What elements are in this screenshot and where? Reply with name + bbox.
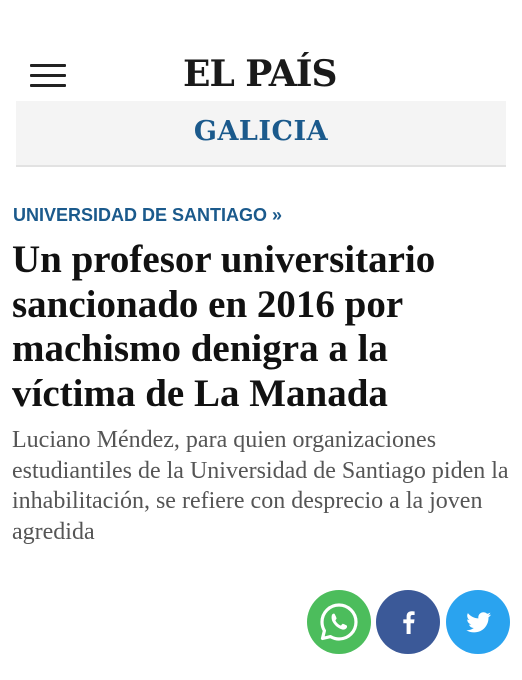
article-kicker[interactable]: UNIVERSIDAD DE SANTIAGO »: [13, 203, 282, 227]
share-facebook-button[interactable]: [376, 590, 440, 654]
share-whatsapp-button[interactable]: [307, 590, 371, 654]
section-bar: GALICIA: [16, 101, 506, 167]
section-title[interactable]: GALICIA: [194, 114, 328, 150]
twitter-icon: [466, 612, 491, 633]
hamburger-menu-icon[interactable]: [30, 64, 66, 88]
article-subheadline: Luciano Méndez, para quien organizacione…: [12, 427, 509, 545]
site-header: EL PAÍS: [0, 0, 522, 100]
facebook-icon: [403, 611, 415, 634]
menu-line: [30, 64, 66, 67]
article-headline: Un profesor universitario sancionado en …: [12, 238, 436, 415]
site-logo[interactable]: EL PAÍS: [183, 50, 338, 98]
whatsapp-icon: [320, 603, 358, 641]
menu-line: [30, 74, 66, 77]
menu-line: [30, 84, 66, 87]
share-twitter-button[interactable]: [446, 590, 510, 654]
